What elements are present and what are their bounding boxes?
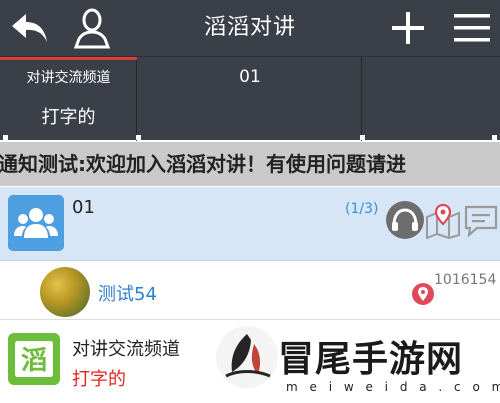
member-location-button[interactable] [412,283,434,305]
tab-corner-mark [360,135,365,140]
channel-tabs: 对讲交流频道 打字的 01 [0,56,500,197]
hamburger-menu-icon [454,14,490,42]
tab-corner-mark [492,135,497,140]
tab-corner-mark [3,135,8,140]
active-tab-indicator [0,57,137,60]
tab-channel-01[interactable]: 01 [138,57,362,141]
back-button[interactable] [0,0,60,56]
chat-button[interactable] [463,203,499,239]
tab-corner-mark [136,135,141,140]
leaf-logo-icon [225,334,271,378]
menu-button[interactable] [444,0,500,56]
tab-channel-active[interactable]: 对讲交流频道 打字的 [0,57,137,141]
member-row[interactable]: 测试54 1016154 [0,262,500,320]
channel-name: 对讲交流频道 [72,339,180,360]
tab-channel-name: 对讲交流频道 [26,70,111,86]
back-arrow-icon [12,14,47,42]
top-bar: 滔滔对讲 [0,0,500,56]
headset-icon [392,208,418,231]
avatar [40,267,90,317]
channel-subtitle: 打字的 [72,369,126,390]
watermark-logo [216,326,278,388]
group-name: 01 [72,197,95,218]
talk-app-icon: 滔 [15,341,53,377]
notice-marquee: 通知测试:欢迎加入滔滔对讲！有使用问题请进 [0,142,500,186]
watermark-title: 冒尾手游网 [278,338,464,380]
add-button[interactable] [380,0,436,56]
group-people-icon [14,208,58,238]
notice-text: 通知测试:欢迎加入滔滔对讲！有使用问题请进 [0,152,406,176]
watermark-subtitle: m e i w e i d a . c o m [286,380,500,394]
tab-channel-01-name: 01 [239,67,261,87]
map-pin-icon [426,203,460,240]
plus-icon [392,12,424,44]
map-location-button[interactable] [425,203,461,240]
group-avatar [8,195,64,251]
tab-channel-empty[interactable] [363,57,500,141]
member-name: 测试54 [98,284,157,305]
member-id: 1016154 [434,272,497,288]
chat-icon [464,205,498,238]
user-button[interactable] [62,0,122,56]
tab-channel-subtitle: 打字的 [41,107,96,128]
headset-button[interactable] [386,201,424,239]
group-member-count: (1/3) [345,201,379,217]
channel-icon-glyph: 滔 [21,346,47,376]
channel-app-icon: 滔 [8,333,60,385]
location-pin-icon [418,287,428,301]
user-icon [73,8,111,49]
app-title: 滔滔对讲 [203,15,296,40]
